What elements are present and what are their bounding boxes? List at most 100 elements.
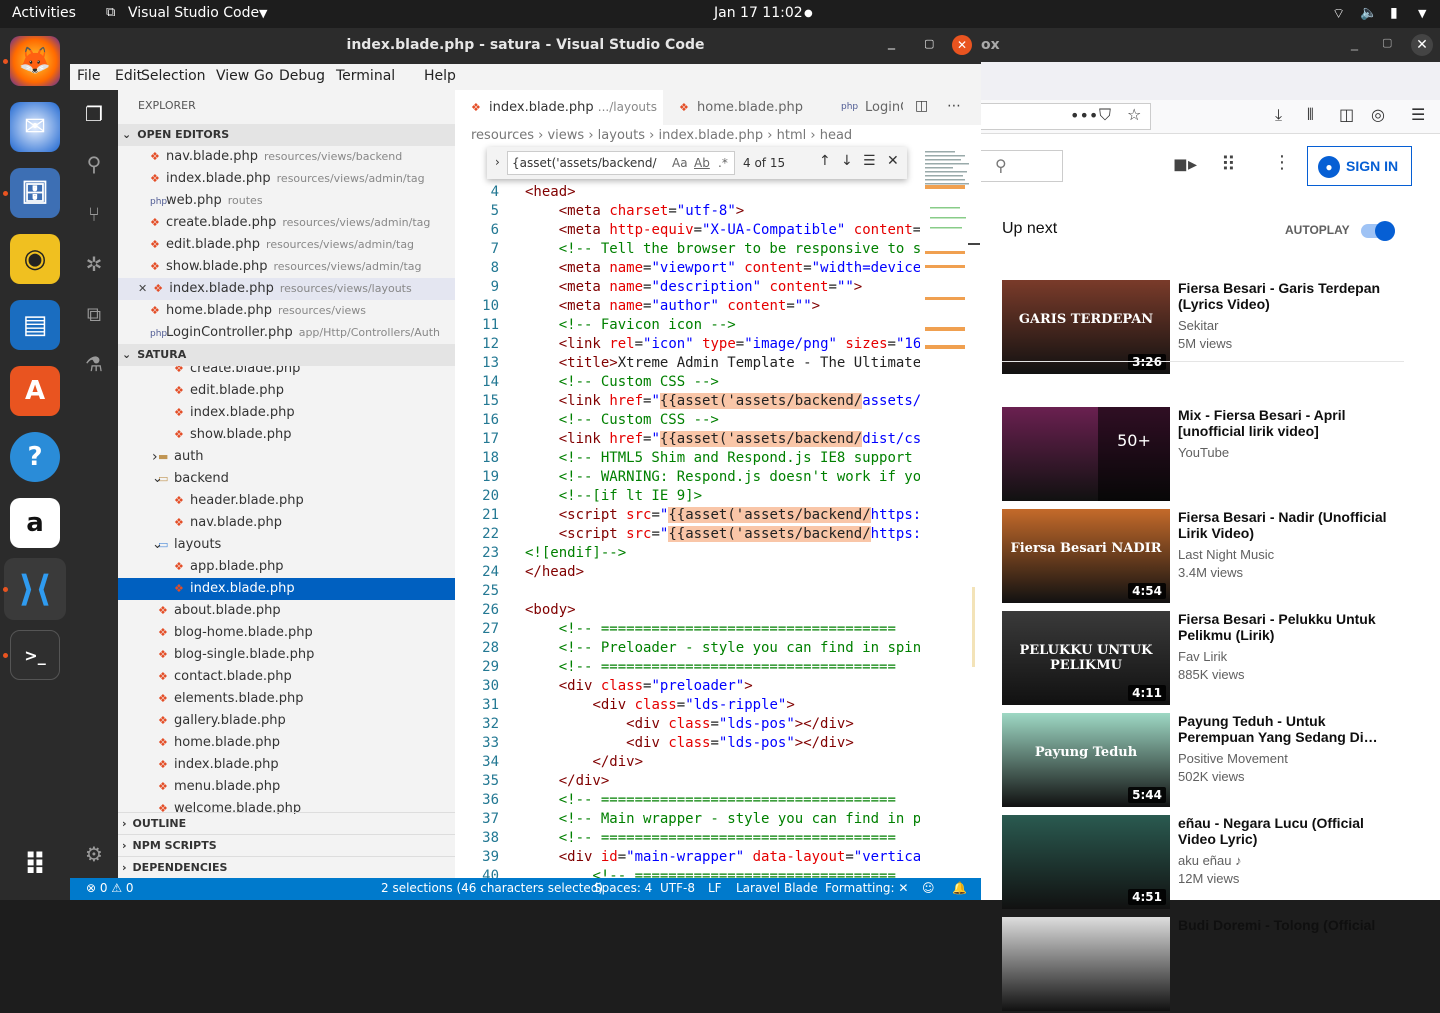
tree-folder[interactable]: ⌄ ▭ layouts (118, 534, 455, 556)
split-editor-icon[interactable]: ◫ (915, 98, 928, 114)
bookmark-star-icon[interactable]: ☆ (1127, 105, 1141, 124)
close-icon[interactable]: ✕ (952, 35, 972, 55)
breadcrumb-item[interactable]: head (820, 128, 852, 143)
code-area[interactable]: 4 <head> 5 <meta charset="utf-8"> 6 <meta h… (455, 147, 920, 878)
code-line[interactable]: <!-- Favicon icon --> (525, 317, 736, 333)
open-editor-item[interactable]: phpLoginController.php app/Http/Controlle… (118, 322, 455, 344)
open-editor-item[interactable]: ✕ ❖ index.blade.php resources/views/layouts (118, 278, 455, 300)
pocket-icon[interactable]: ⛉ (1099, 105, 1111, 125)
settings-gear-icon[interactable]: ⚙ (82, 842, 106, 866)
tree-file[interactable]: ❖ nav.blade.php (118, 512, 455, 534)
menu-terminal[interactable]: Terminal (336, 68, 395, 84)
code-line[interactable]: <!--[if lt IE 9]> (525, 488, 702, 504)
code-line[interactable]: <meta name="viewport" content="width=dev… (525, 260, 920, 276)
menu-file[interactable]: File (77, 68, 100, 84)
tree-file[interactable]: ❖ blog-home.blade.php (118, 622, 455, 644)
code-line[interactable]: </div> (525, 773, 610, 789)
software-icon[interactable]: A (10, 366, 60, 416)
page-actions-icon[interactable]: ••• (1070, 106, 1098, 125)
whole-word-icon[interactable]: Ab (694, 156, 710, 170)
source-control-icon[interactable]: ⑂ (82, 202, 106, 226)
code-line[interactable]: </head> (525, 564, 584, 580)
thunderbird-icon[interactable]: ✉ (10, 102, 60, 152)
vscode-icon[interactable]: ⟩⟨ (4, 558, 66, 620)
menu-view[interactable]: View (216, 68, 249, 84)
code-line[interactable]: <!-- =================================== (525, 830, 896, 846)
video-item[interactable]: Payung Teduh 5:44 Payung Teduh - Untuk Per… (1002, 713, 1402, 809)
code-line[interactable]: <meta http-equiv="X-UA-Compatible" conte… (525, 222, 920, 238)
menu-edit[interactable]: Edit (115, 68, 142, 84)
maximize-icon[interactable]: ▢ (924, 37, 934, 50)
code-line[interactable]: </div> (525, 754, 643, 770)
code-line[interactable]: <link href="{{asset('assets/backend/dist… (525, 431, 920, 447)
breadcrumb-item[interactable]: index.blade.php (658, 128, 763, 143)
breadcrumb-item[interactable]: resources (471, 128, 534, 143)
tree-file[interactable]: ❖ index.blade.php (118, 754, 455, 776)
eol-status[interactable]: LF (708, 881, 722, 895)
previous-match-icon[interactable]: ↑ (819, 153, 831, 169)
open-editor-item[interactable]: phpweb.php routes (118, 190, 455, 212)
clock[interactable]: Jan 17 11:02 (714, 5, 803, 21)
open-editor-item[interactable]: ❖ nav.blade.php resources/views/backend (118, 146, 455, 168)
battery-icon[interactable]: ▮ (1390, 5, 1398, 21)
testing-flask-icon[interactable]: ⚗ (82, 352, 106, 376)
code-line[interactable]: <!-- HTML5 Shim and Respond.js IE8 suppo… (525, 450, 913, 466)
video-title[interactable]: Fiersa Besari - Nadir (Unofficial Lirik … (1178, 509, 1393, 541)
video-channel[interactable]: aku eñau ♪ (1178, 853, 1242, 868)
help-icon[interactable]: ? (10, 432, 60, 482)
tree-file[interactable]: ❖ header.blade.php (118, 490, 455, 512)
code-line[interactable]: <div class="preloader"> (525, 678, 753, 694)
app-grid-icon[interactable]: ⠿ (10, 840, 60, 890)
code-line[interactable]: <!-- =================================== (525, 792, 896, 808)
problems-indicator[interactable]: ⊗ 0 ⚠ 0 (86, 881, 134, 895)
language-mode[interactable]: Laravel Blade (736, 881, 818, 895)
tree-file[interactable]: ❖ show.blade.php (118, 424, 455, 446)
selection-status[interactable]: 2 selections (46 characters selected) (381, 881, 603, 895)
menu-help[interactable]: Help (424, 68, 456, 84)
video-item[interactable]: 4:51 eñau - Negara Lucu (Official Video L… (1002, 815, 1402, 911)
code-line[interactable]: <link rel="icon" type="image/png" sizes=… (525, 336, 920, 352)
video-thumbnail[interactable]: PELUKKU UNTUK PELIKMU 4:11 (1002, 611, 1170, 705)
video-item[interactable]: Fiersa Besari NADIR 4:54 Fiersa Besari - N… (1002, 509, 1402, 605)
video-thumbnail[interactable]: Payung Teduh 5:44 (1002, 713, 1170, 807)
video-thumbnail[interactable]: Fiersa Besari NADIR 4:54 (1002, 509, 1170, 603)
tree-file[interactable]: ❖ blog-single.blade.php (118, 644, 455, 666)
code-line[interactable]: <script src="{{asset('assets/backend/htt… (525, 507, 920, 523)
code-line[interactable]: <!-- Tell the browser to be responsive t… (525, 241, 920, 257)
writer-icon[interactable]: ▤ (10, 300, 60, 350)
code-line[interactable]: <!-- WARNING: Respond.js doesn't work if… (525, 469, 920, 485)
tab-home-blade[interactable]: ❖ home.blade.php (663, 90, 831, 125)
debug-icon[interactable]: ✲ (82, 252, 106, 276)
account-icon[interactable]: ◎ (1371, 105, 1385, 124)
breadcrumb-item[interactable]: views (547, 128, 584, 143)
notifications-bell-icon[interactable]: 🔔 (952, 881, 967, 895)
open-editor-item[interactable]: ❖ home.blade.php resources/views (118, 300, 455, 322)
video-thumbnail[interactable] (1002, 917, 1170, 1011)
match-case-icon[interactable]: Aa (672, 156, 688, 170)
video-title[interactable]: eñau - Negara Lucu (Official Video Lyric… (1178, 815, 1393, 847)
code-line[interactable]: <div id="main-wrapper" data-layout="vert… (525, 849, 920, 865)
rhythmbox-icon[interactable]: ◉ (10, 234, 60, 284)
tree-file[interactable]: ❖ home.blade.php (118, 732, 455, 754)
code-line[interactable]: <div class="lds-pos"></div> (525, 716, 854, 732)
close-icon[interactable]: ✕ (138, 282, 147, 295)
tree-file[interactable]: ❖ about.blade.php (118, 600, 455, 622)
close-icon[interactable]: ✕ (1411, 34, 1433, 56)
code-line[interactable]: <div class="lds-ripple"> (525, 697, 794, 713)
open-editors-header[interactable]: ⌄ OPEN EDITORS (118, 124, 455, 146)
video-title[interactable]: Mix - Fiersa Besari - April [unofficial … (1178, 407, 1393, 439)
tree-file[interactable]: ❖ elements.blade.php (118, 688, 455, 710)
code-line[interactable]: <!-- =================================== (525, 621, 896, 637)
minimap[interactable] (920, 147, 981, 878)
tree-file[interactable]: ❖ menu.blade.php (118, 776, 455, 798)
search-icon[interactable]: ⚲ (82, 152, 106, 176)
library-icon[interactable]: ⫴ (1307, 105, 1314, 125)
video-thumbnail[interactable]: 4:51 (1002, 815, 1170, 909)
feedback-smiley-icon[interactable]: ☺ (922, 881, 935, 895)
open-editor-item[interactable]: ❖ edit.blade.php resources/views/admin/tag (118, 234, 455, 256)
tree-file[interactable]: ❖ create.blade.php (118, 366, 455, 380)
hamburger-menu-icon[interactable]: ☰ (1411, 105, 1425, 124)
code-line[interactable]: <body> (525, 602, 576, 618)
code-line[interactable]: <link href="{{asset('assets/backend/asse… (525, 393, 920, 409)
maximize-icon[interactable]: ▢ (1382, 36, 1392, 49)
